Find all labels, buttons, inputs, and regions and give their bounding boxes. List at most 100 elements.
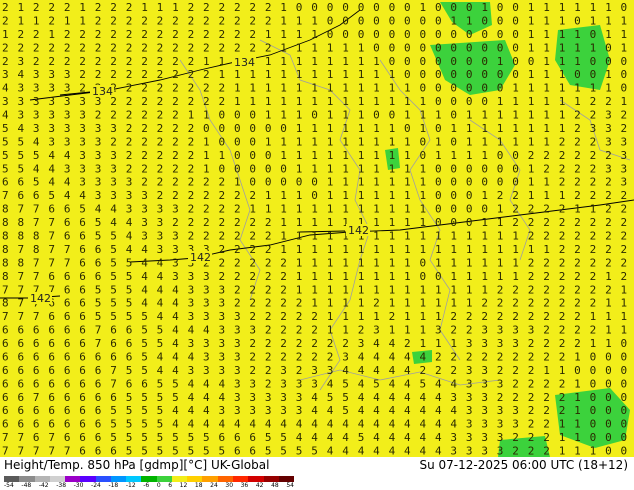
- temp-value: 3: [296, 377, 303, 390]
- temp-value: 4: [79, 189, 86, 202]
- temp-value: 1: [373, 82, 380, 95]
- temp-value: 6: [64, 216, 71, 229]
- temp-value: 1: [559, 1, 566, 14]
- temp-value: 2: [574, 176, 581, 189]
- temp-value: 7: [2, 189, 9, 202]
- temp-value: 7: [95, 337, 102, 350]
- colorbar-label: 48: [271, 482, 279, 489]
- temp-value: 1: [373, 162, 380, 175]
- temp-value: 1: [404, 230, 411, 243]
- temp-value: 1: [528, 68, 535, 81]
- temp-value: 0: [605, 404, 612, 417]
- temp-value: 8: [2, 243, 9, 256]
- temp-value: 2: [373, 297, 380, 310]
- temp-value: 3: [64, 135, 71, 148]
- temp-value: 0: [621, 377, 628, 390]
- temp-value: 1: [420, 162, 427, 175]
- temp-value: 0: [466, 1, 473, 14]
- temp-value: 2: [605, 176, 612, 189]
- temp-value: 2: [265, 297, 272, 310]
- temp-value: 7: [18, 203, 25, 216]
- temp-value: 4: [389, 337, 396, 350]
- temp-value: 2: [481, 297, 488, 310]
- temp-value: 2: [466, 310, 473, 323]
- temp-value: 3: [481, 418, 488, 431]
- temp-value: 2: [141, 176, 148, 189]
- temp-value: 0: [605, 55, 612, 68]
- temp-value: 2: [188, 1, 195, 14]
- colorbar-label: -42: [38, 482, 49, 489]
- temp-value: 2: [543, 324, 550, 337]
- temp-value: 1: [265, 82, 272, 95]
- temp-value: 6: [18, 377, 25, 390]
- temp-value: 0: [450, 28, 457, 41]
- temp-value: 5: [110, 404, 117, 417]
- temp-value: 1: [559, 431, 566, 444]
- temp-value: 6: [95, 404, 102, 417]
- temp-value: 6: [79, 270, 86, 283]
- temp-value: 1: [79, 14, 86, 27]
- temp-value: 0: [435, 216, 442, 229]
- temp-value: 3: [466, 418, 473, 431]
- temp-value: 0: [466, 41, 473, 54]
- temp-value: 5: [157, 377, 164, 390]
- temp-value: 1: [342, 297, 349, 310]
- temp-value: 1: [605, 310, 612, 323]
- temp-value: 2: [172, 14, 179, 27]
- temp-value: 4: [450, 377, 457, 390]
- temp-value: 4: [188, 351, 195, 364]
- temp-value: 4: [157, 283, 164, 296]
- temp-value: 1: [327, 55, 334, 68]
- temp-value: 3: [64, 122, 71, 135]
- temp-value: 1: [342, 68, 349, 81]
- temp-value: 0: [512, 176, 519, 189]
- temp-value: 0: [466, 216, 473, 229]
- temp-value: 1: [358, 310, 365, 323]
- temp-value: 2: [528, 256, 535, 269]
- temp-value: 1: [311, 122, 318, 135]
- temp-value: 2: [2, 14, 9, 27]
- temp-value: 2: [249, 283, 256, 296]
- temperature-map[interactable]: 2122212221112222221000000001000100111111…: [0, 0, 634, 457]
- temp-value: 0: [512, 41, 519, 54]
- footer-bar: Height/Temp. 850 hPa [gdmp][°C] UK-Globa…: [0, 457, 634, 490]
- temp-value: 1: [296, 109, 303, 122]
- temp-value: 2: [172, 216, 179, 229]
- temp-value: 0: [404, 14, 411, 27]
- temp-value: 2: [559, 256, 566, 269]
- temp-value: 7: [33, 216, 40, 229]
- temp-value: 0: [404, 55, 411, 68]
- temp-value: 1: [296, 28, 303, 41]
- temp-value: 0: [311, 189, 318, 202]
- temp-value: 1: [389, 256, 396, 269]
- temp-value: 2: [435, 351, 442, 364]
- temp-value: 2: [621, 189, 628, 202]
- temp-value: 4: [435, 418, 442, 431]
- temp-value: 3: [64, 109, 71, 122]
- temp-value: 4: [420, 404, 427, 417]
- temp-value: 4: [373, 364, 380, 377]
- temp-value: 3: [219, 310, 226, 323]
- temp-value: 1: [280, 41, 287, 54]
- temp-value: 2: [280, 337, 287, 350]
- temp-value: 3: [157, 203, 164, 216]
- temp-value: 7: [48, 230, 55, 243]
- temp-value: 1: [404, 82, 411, 95]
- temp-value: 2: [79, 68, 86, 81]
- temp-value: 1: [342, 270, 349, 283]
- temp-value: 1: [373, 310, 380, 323]
- temp-value: 6: [33, 404, 40, 417]
- temp-value: 2: [574, 149, 581, 162]
- temp-value: 0: [435, 176, 442, 189]
- temp-value: 0: [574, 364, 581, 377]
- temp-value: 2: [219, 1, 226, 14]
- temp-value: 0: [450, 82, 457, 95]
- temp-value: 2: [188, 189, 195, 202]
- temp-value: 1: [574, 82, 581, 95]
- temp-value: 2: [559, 149, 566, 162]
- temp-value: 1: [466, 243, 473, 256]
- temp-value: 1: [481, 216, 488, 229]
- temp-value: 6: [18, 176, 25, 189]
- temp-value: 2: [559, 283, 566, 296]
- temp-value: 1: [466, 230, 473, 243]
